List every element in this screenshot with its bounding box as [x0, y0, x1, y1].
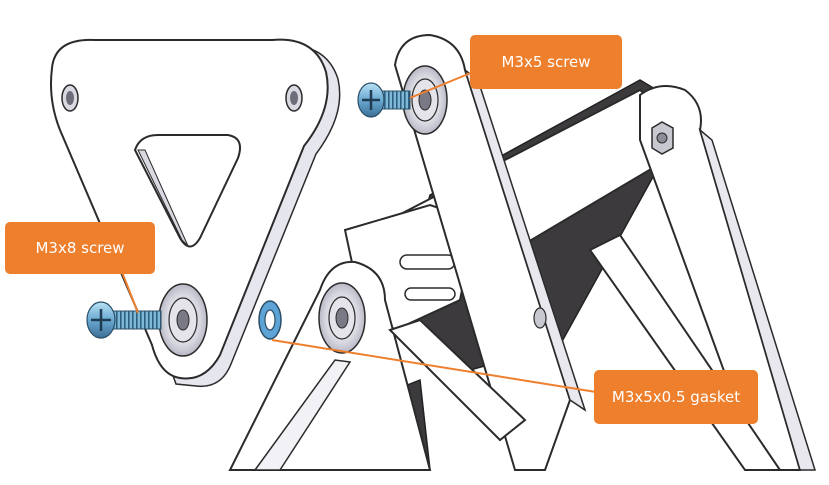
callout-m3x8-screw: M3x8 screw [5, 222, 155, 274]
plate-lower-boss [158, 283, 208, 357]
gasket-washer-icon [258, 300, 282, 340]
lower-joint-boss [318, 282, 366, 354]
callout-gasket: M3x5x0.5 gasket [594, 370, 758, 424]
plate-hole-left [61, 84, 79, 112]
hex-nut-icon [651, 121, 674, 155]
small-nut-icon [533, 307, 547, 329]
plate-hole-right [285, 84, 303, 112]
bracket-slot [404, 287, 456, 301]
callout-m3x5-screw: M3x5 screw [470, 35, 622, 89]
bracket-slot [399, 254, 456, 270]
